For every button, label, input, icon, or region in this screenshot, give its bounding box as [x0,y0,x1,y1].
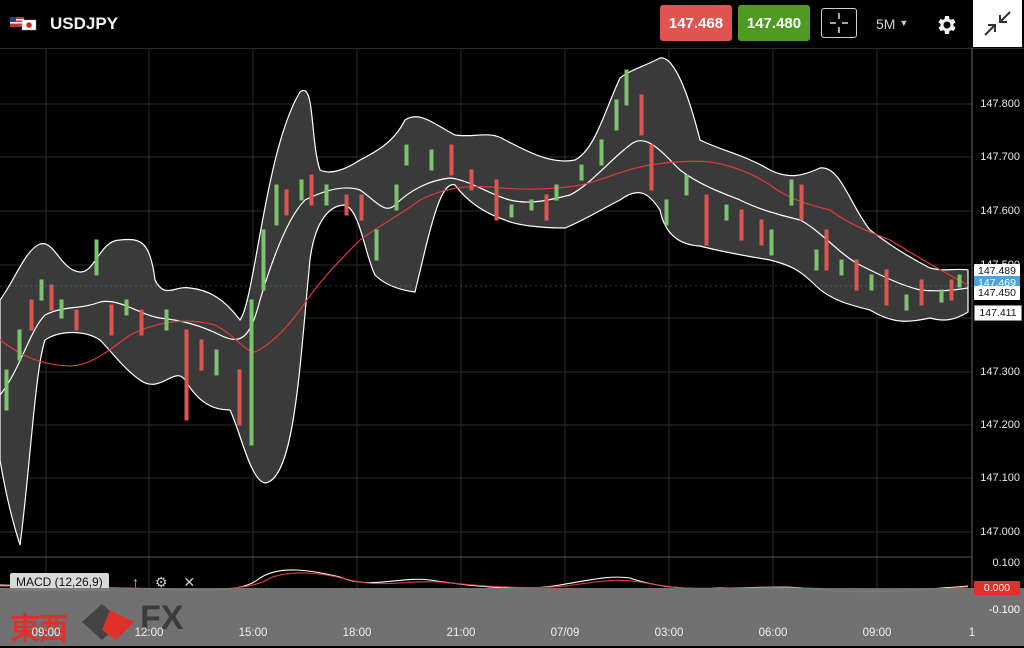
price-axis-label: 147.700 [980,151,1020,163]
exit-fullscreen-button[interactable] [973,0,1022,47]
time-axis-label: 1 [968,627,976,639]
symbol-name[interactable]: USDJPY [50,14,118,34]
time-axis-label: 06:00 [758,627,788,639]
time-axis-label: 21:00 [446,627,476,639]
top-bar: USDJPY 147.468 147.480 5M ▼ [0,0,1024,49]
price-axis-label: 147.800 [980,98,1020,110]
logo-text-jp: 東西 [10,612,68,647]
sell-price-button[interactable]: 147.468 [660,5,732,41]
price-axis-label: 147.300 [980,366,1020,378]
time-axis-label: 03:00 [654,627,684,639]
us-jp-flags-icon [10,17,37,31]
price-axis-label: 147.100 [980,472,1020,484]
shrink-icon [984,11,1011,36]
time-axis-label: 18:00 [342,627,372,639]
time-axis-label: 12:00 [134,627,164,639]
crosshair-button[interactable] [821,8,857,38]
logo-mark-icon [82,604,134,640]
gear-icon[interactable] [934,13,958,37]
lower-band-tag: 147.411 [974,305,1022,321]
chevron-down-icon: ▼ [899,18,909,28]
timeframe-dropdown[interactable]: 5M ▼ [876,16,908,32]
macd-axis-label: 0.100 [992,557,1020,569]
time-axis-label: 09:00 [862,627,892,639]
price-chart[interactable] [0,48,1024,646]
buy-price-button[interactable]: 147.480 [738,5,810,41]
crosshair-icon [830,13,848,33]
macd-axis-label: -0.100 [988,604,1020,616]
price-axis-label: 147.600 [980,205,1020,217]
middle-band-tag: 147.450 [974,286,1020,300]
macd-value-tag: 0.000 [974,581,1020,595]
price-axis-label: 147.000 [980,526,1020,538]
time-axis-label: 07/09 [550,627,580,639]
time-axis-label: 09:00 [31,627,61,639]
time-axis-label: 15:00 [238,627,268,639]
timeframe-value: 5M [876,16,896,32]
bollinger-band-fill [0,57,969,546]
price-axis-label: 147.200 [980,419,1020,431]
